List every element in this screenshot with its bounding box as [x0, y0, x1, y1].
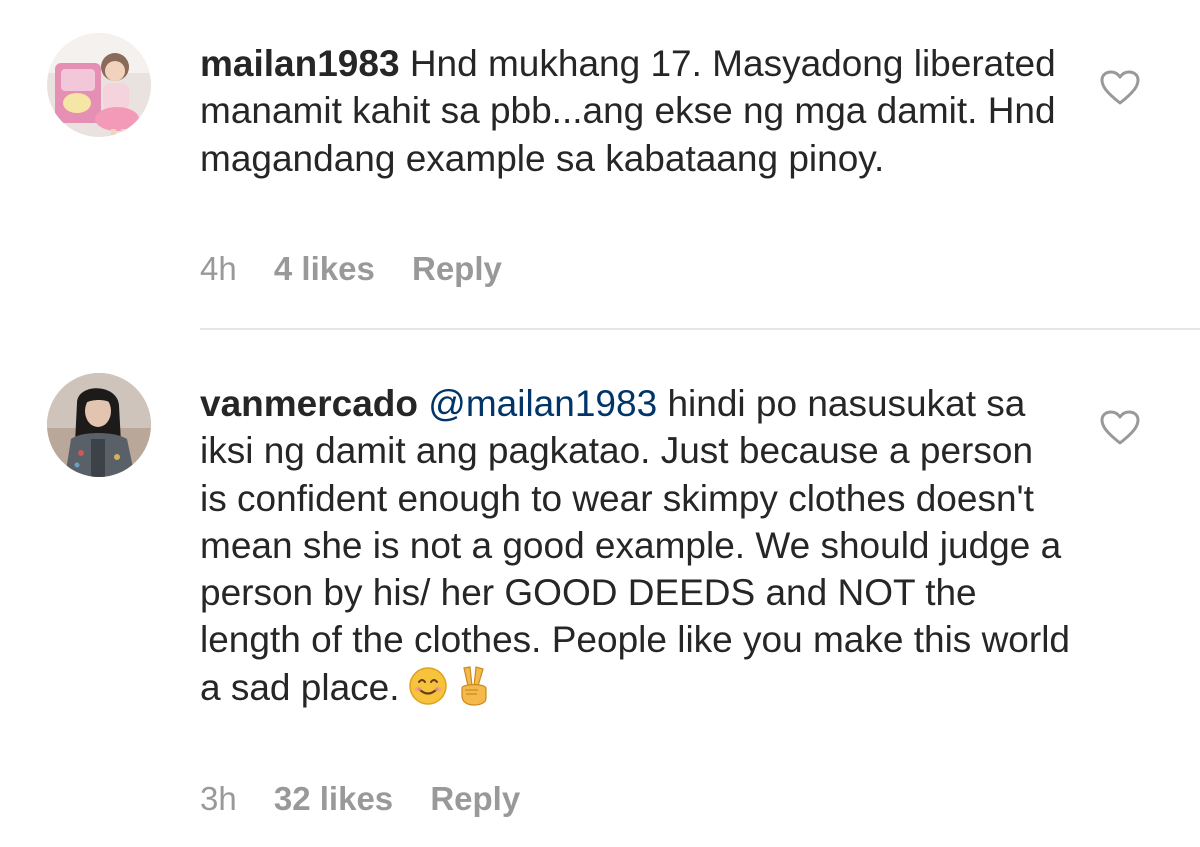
- divider: [200, 328, 1200, 330]
- comment-mention[interactable]: @mailan1983: [428, 383, 657, 424]
- comment-username[interactable]: vanmercado: [200, 383, 418, 424]
- likes-count[interactable]: 32 likes: [274, 780, 393, 817]
- comment-body: vanmercado @mailan1983 hindi po nasusuka…: [200, 380, 1070, 717]
- likes-count[interactable]: 4 likes: [274, 250, 375, 287]
- comment-meta: 3h 32 likes Reply: [200, 780, 548, 818]
- comments-screen: mailan1983 Hnd mukhang 17. Masyadong lib…: [0, 0, 1200, 847]
- comment-body: mailan1983 Hnd mukhang 17. Masyadong lib…: [200, 40, 1070, 182]
- heart-outline-icon[interactable]: [1100, 410, 1140, 446]
- reply-button[interactable]: Reply: [412, 250, 502, 287]
- comment-time: 4h: [200, 250, 237, 287]
- avatar[interactable]: [47, 33, 151, 137]
- comment-meta: 4h 4 likes Reply: [200, 250, 530, 288]
- avatar-photo-woman: [47, 373, 151, 477]
- reply-button[interactable]: Reply: [430, 780, 520, 817]
- comment-text: hindi po nasusukat sa iksi ng damit ang …: [200, 383, 1070, 708]
- victory-hand-emoji: [456, 664, 492, 717]
- comment-username[interactable]: mailan1983: [200, 43, 400, 84]
- comment-time: 3h: [200, 780, 237, 817]
- avatar-photo-child: [47, 33, 151, 137]
- heart-outline-icon[interactable]: [1100, 70, 1140, 106]
- avatar[interactable]: [47, 373, 151, 477]
- smiling-face-emoji: [408, 666, 448, 717]
